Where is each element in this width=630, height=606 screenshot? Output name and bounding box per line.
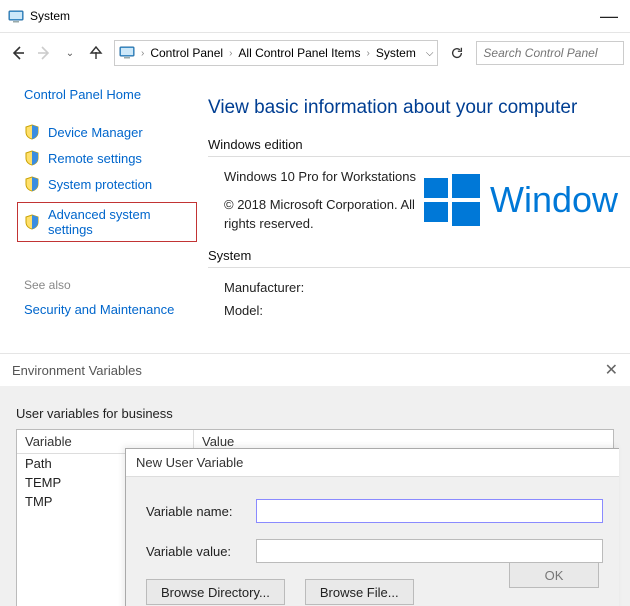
system-section-title: System [208, 248, 630, 268]
sidebar-item-security-maintenance[interactable]: Security and Maintenance [24, 302, 190, 317]
system-icon [8, 8, 24, 24]
shield-icon [24, 150, 40, 166]
search-input[interactable] [476, 41, 624, 65]
content-area: Control Panel Home Device Manager Remote… [0, 73, 630, 353]
sidebar-item-label: System protection [48, 177, 152, 192]
user-vars-label: User variables for business [16, 406, 614, 421]
chevron-right-icon[interactable]: › [141, 48, 144, 59]
ok-button[interactable]: OK [509, 562, 599, 588]
variable-name-input[interactable] [256, 499, 603, 523]
back-button[interactable] [6, 41, 30, 65]
refresh-button[interactable] [446, 42, 468, 64]
sidebar-item-advanced-system-settings[interactable]: Advanced system settings [17, 202, 197, 242]
breadcrumb-seg[interactable]: All Control Panel Items [238, 46, 360, 60]
sidebar-item-device-manager[interactable]: Device Manager [24, 124, 190, 140]
chevron-right-icon[interactable]: › [366, 48, 369, 59]
browse-file-button[interactable]: Browse File... [305, 579, 414, 605]
variable-value-input[interactable] [256, 539, 603, 563]
env-vars-body: User variables for business Variable Val… [0, 386, 630, 606]
sidebar-item-system-protection[interactable]: System protection [24, 176, 190, 192]
breadcrumb-seg[interactable]: Control Panel [150, 46, 223, 60]
sidebar-item-remote-settings[interactable]: Remote settings [24, 150, 190, 166]
window-title: System [30, 9, 70, 23]
windows-logo: Window [424, 167, 630, 234]
edition-text: Windows 10 Pro for Workstations © 2018 M… [208, 167, 424, 234]
sidebar-item-label: Security and Maintenance [24, 302, 174, 317]
sidebar: Control Panel Home Device Manager Remote… [0, 73, 200, 353]
address-bar[interactable]: › Control Panel › All Control Panel Item… [114, 40, 438, 66]
user-vars-table: Variable Value Path TEMP TMP New User Va… [16, 429, 614, 606]
breadcrumb-seg[interactable]: System [376, 46, 416, 60]
close-icon[interactable]: ✕ [605, 360, 618, 380]
see-also-label: See also [24, 278, 190, 292]
address-dropdown[interactable]: ⌵ [426, 48, 434, 59]
control-panel-home-link[interactable]: Control Panel Home [24, 87, 190, 102]
browse-directory-button[interactable]: Browse Directory... [146, 579, 285, 605]
dialog-title: New User Variable [126, 449, 619, 477]
recent-dropdown[interactable]: ⌄ [58, 41, 82, 65]
search-box[interactable] [476, 41, 624, 65]
shield-icon [24, 124, 40, 140]
forward-button[interactable] [32, 41, 56, 65]
model-label: Model: [224, 299, 630, 322]
shield-icon [24, 176, 40, 192]
variable-value-label: Variable value: [146, 544, 256, 559]
manufacturer-label: Manufacturer: [224, 276, 630, 299]
page-heading: View basic information about your comput… [208, 97, 630, 119]
sidebar-item-label: Remote settings [48, 151, 142, 166]
copyright-text: © 2018 Microsoft Corporation. All rights… [224, 195, 424, 234]
edition-name: Windows 10 Pro for Workstations [224, 167, 424, 187]
main-panel: View basic information about your comput… [200, 73, 630, 353]
minimize-button[interactable]: — [600, 11, 622, 21]
env-vars-header: Environment Variables ✕ [0, 353, 630, 386]
toolbar: ⌄ › Control Panel › All Control Panel It… [0, 33, 630, 73]
up-button[interactable] [84, 41, 108, 65]
shield-icon [24, 214, 40, 230]
variable-name-label: Variable name: [146, 504, 256, 519]
new-user-variable-dialog: New User Variable Variable name: Variabl… [125, 448, 619, 606]
sidebar-item-label: Device Manager [48, 125, 143, 140]
title-bar: System — [0, 0, 630, 33]
sidebar-item-label: Advanced system settings [48, 207, 190, 237]
edition-section-title: Windows edition [208, 137, 630, 157]
chevron-right-icon[interactable]: › [229, 48, 232, 59]
system-info: Manufacturer: Model: [208, 276, 630, 323]
env-vars-title: Environment Variables [12, 363, 142, 378]
windows-logo-text: Window [490, 179, 618, 221]
monitor-icon [119, 44, 135, 63]
